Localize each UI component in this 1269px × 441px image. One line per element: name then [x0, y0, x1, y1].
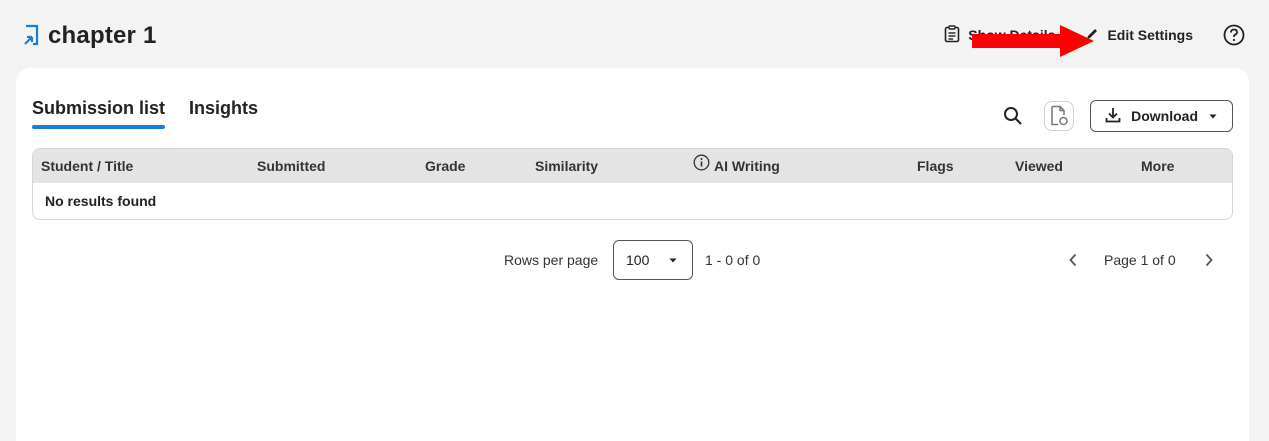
column-ai-writing[interactable]: AI Writing [693, 149, 780, 183]
column-more: More [1141, 158, 1175, 174]
chevron-left-icon[interactable] [1061, 248, 1085, 272]
show-details-button[interactable]: Show Details [944, 24, 1056, 46]
pagination: Rows per page 100 1 - 0 of 0 Page 1 of 0 [16, 240, 1249, 280]
download-button[interactable]: Download [1090, 100, 1233, 132]
search-icon[interactable] [998, 101, 1028, 131]
page-title: chapter 1 [48, 22, 157, 49]
chevron-right-icon[interactable] [1197, 248, 1221, 272]
tab-insights[interactable]: Insights [189, 98, 258, 129]
table-row: No results found [33, 183, 1232, 219]
tab-submission-list[interactable]: Submission list [32, 98, 166, 129]
column-viewed[interactable]: Viewed [1015, 149, 1063, 183]
download-icon [1105, 107, 1121, 126]
pencil-icon [1085, 27, 1099, 44]
rows-per-page-select[interactable]: 100 [613, 240, 693, 280]
title-area: chapter 1 [22, 22, 157, 50]
column-submitted[interactable]: Submitted [257, 149, 325, 183]
top-bar: chapter 1 Show Details Edit Settings [0, 0, 1269, 70]
column-flags[interactable]: Flags [917, 149, 954, 183]
page-indicator: Page 1 of 0 [1104, 252, 1176, 268]
column-student-title[interactable]: Student / Title [41, 149, 133, 183]
help-icon[interactable] [1223, 24, 1245, 46]
file-refresh-icon[interactable] [1044, 101, 1075, 131]
rows-per-page-value: 100 [626, 252, 650, 268]
range-text: 1 - 0 of 0 [705, 252, 761, 268]
clipboard-icon [944, 24, 960, 46]
show-details-label: Show Details [968, 27, 1056, 43]
column-ai-writing-label: AI Writing [714, 158, 780, 174]
top-actions: Show Details Edit Settings [944, 24, 1245, 46]
toolbar: Download [998, 100, 1233, 132]
submission-table: Student / Title Submitted Grade Similari… [32, 148, 1233, 220]
download-label: Download [1131, 108, 1198, 124]
empty-message: No results found [45, 193, 157, 209]
table-header: Student / Title Submitted Grade Similari… [33, 149, 1232, 183]
rows-per-page-label: Rows per page [504, 252, 599, 268]
main-card: Submission list Insights Download Studen… [16, 68, 1249, 441]
column-grade[interactable]: Grade [425, 149, 465, 183]
info-icon[interactable] [693, 149, 710, 183]
edit-settings-button[interactable]: Edit Settings [1085, 27, 1193, 44]
caret-down-icon [1208, 108, 1218, 124]
edit-settings-label: Edit Settings [1107, 27, 1193, 43]
tab-bar: Submission list Insights [32, 98, 258, 129]
caret-down-icon [668, 252, 678, 268]
assignment-icon [22, 24, 40, 48]
column-similarity[interactable]: Similarity [535, 149, 598, 183]
